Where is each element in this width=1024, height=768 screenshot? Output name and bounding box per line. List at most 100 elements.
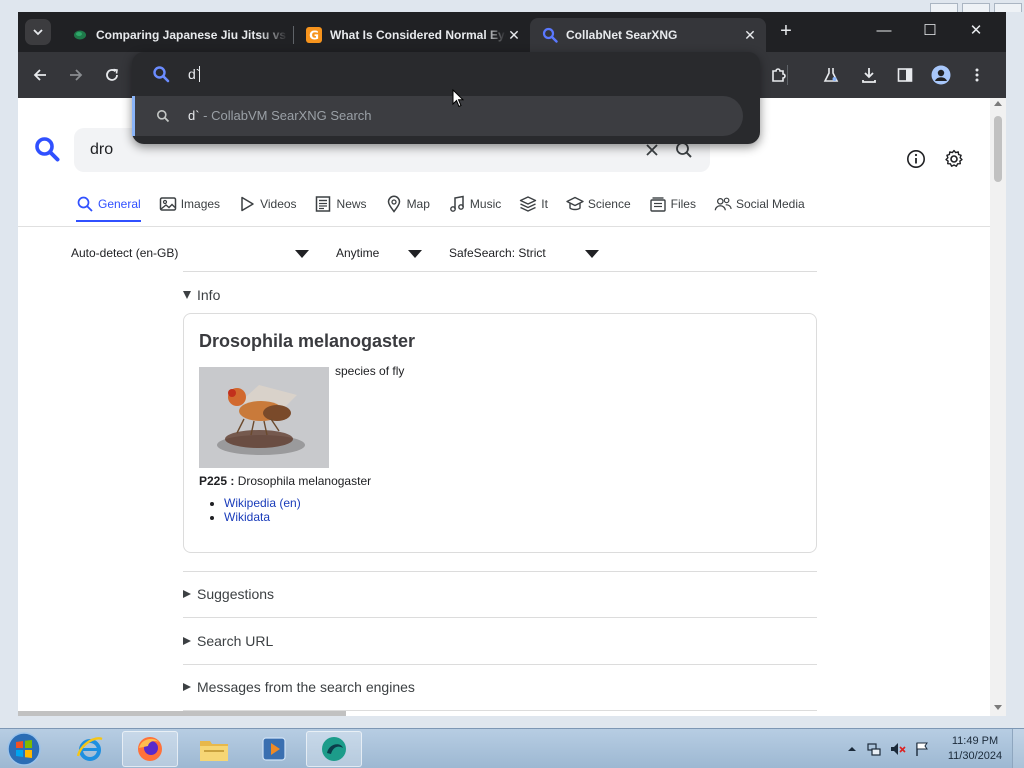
tab-files[interactable]: Files <box>649 190 696 218</box>
background-window-close <box>994 3 1022 12</box>
time-range-select[interactable]: Anytime <box>336 242 426 264</box>
start-button-icon[interactable] <box>4 730 44 768</box>
suggestion-separator: - <box>199 108 212 123</box>
close-window-button[interactable]: ✕ <box>965 20 987 42</box>
fruit-fly-image[interactable] <box>199 367 329 468</box>
taskbar-media-player[interactable] <box>246 731 302 767</box>
minimize-button[interactable]: — <box>873 20 895 42</box>
searxng-logo-icon[interactable] <box>34 136 60 162</box>
tab-collabnet-searxng[interactable]: CollabNet SearXNG ✕ <box>530 18 766 52</box>
toolbar-divider <box>787 65 788 85</box>
category-tabs: General Images Videos News Map Music It … <box>76 190 823 222</box>
engine-messages-toggle[interactable]: Messages from the search engines <box>183 677 415 697</box>
infobox-links: Wikipedia (en) Wikidata <box>224 496 301 524</box>
labs-button[interactable] <box>820 64 842 86</box>
tab-videos[interactable]: Videos <box>238 190 297 218</box>
network-icon[interactable] <box>866 741 882 757</box>
scrollbar-thumb[interactable] <box>994 116 1002 182</box>
tab-jiu-jitsu[interactable]: Comparing Japanese Jiu Jitsu vs <box>60 18 296 52</box>
music-note-icon <box>450 195 464 212</box>
profile-button[interactable] <box>930 64 952 86</box>
g-letter-icon: G <box>306 27 322 43</box>
tab-title: What Is Considered Normal Eye <box>330 28 506 42</box>
media-player-icon <box>262 737 286 761</box>
forward-button[interactable] <box>65 64 87 86</box>
tab-images[interactable]: Images <box>159 190 220 218</box>
firefox-icon <box>138 737 162 761</box>
infobox-description: species of fly <box>335 364 405 378</box>
wikipedia-link[interactable]: Wikipedia (en) <box>224 496 301 510</box>
image-icon <box>159 197 176 211</box>
tab-it[interactable]: It <box>519 190 548 218</box>
new-tab-button[interactable]: + <box>776 21 796 42</box>
taskbar-internet-explorer[interactable] <box>62 731 118 767</box>
reload-icon <box>106 68 118 81</box>
taskbar-browser-app[interactable] <box>306 731 362 767</box>
tab-search-button[interactable] <box>25 19 51 45</box>
browser-window: Comparing Japanese Jiu Jitsu vs G What I… <box>18 12 1006 716</box>
address-bar-input[interactable] <box>188 64 688 84</box>
scroll-up-arrow-icon[interactable] <box>994 101 1002 106</box>
scroll-down-arrow-icon[interactable] <box>994 705 1002 710</box>
dropdown-arrow-icon <box>585 250 599 258</box>
text-caret <box>199 66 200 82</box>
taskbar-file-explorer[interactable] <box>186 731 242 767</box>
vertical-scrollbar[interactable] <box>990 98 1006 716</box>
tab-map[interactable]: Map <box>385 190 430 218</box>
clock-time: 11:49 PM <box>951 735 999 747</box>
volume-muted-icon[interactable] <box>890 741 906 757</box>
info-section-toggle[interactable]: Info <box>183 285 220 305</box>
tab-music[interactable]: Music <box>448 190 501 218</box>
tab-label: Files <box>670 197 696 211</box>
wikidata-link[interactable]: Wikidata <box>224 510 270 524</box>
list-item: Wikipedia (en) <box>224 496 301 510</box>
info-icon[interactable] <box>906 149 926 169</box>
category-divider <box>18 226 990 227</box>
search-url-toggle[interactable]: Search URL <box>183 631 273 651</box>
horizontal-scrollbar-thumb[interactable] <box>18 711 346 716</box>
language-select[interactable]: Auto-detect (en-GB) <box>71 242 311 264</box>
tab-close-icon[interactable]: ✕ <box>742 27 758 43</box>
tab-close-icon[interactable]: ✕ <box>506 27 522 43</box>
tab-news[interactable]: News <box>315 190 367 218</box>
tab-general[interactable]: General <box>76 190 141 222</box>
layers-icon <box>520 196 537 212</box>
dropdown-arrow-icon <box>295 250 309 258</box>
taskbar-firefox[interactable] <box>122 731 178 767</box>
suggestions-toggle[interactable]: Suggestions <box>183 584 274 604</box>
triangle-right-icon <box>183 637 191 645</box>
tab-title: CollabNet SearXNG <box>566 28 678 42</box>
section-divider <box>183 271 817 272</box>
tab-title: Comparing Japanese Jiu Jitsu vs <box>96 28 287 42</box>
show-desktop-button[interactable] <box>1012 729 1024 768</box>
show-hidden-icons-icon[interactable] <box>844 741 860 757</box>
flask-icon <box>823 68 839 82</box>
clock[interactable]: 11:49 PM 11/30/2024 <box>940 734 1010 764</box>
maximize-button[interactable]: ☐ <box>919 20 941 42</box>
back-button[interactable] <box>29 64 51 86</box>
dropdown-arrow-icon <box>408 250 422 258</box>
action-center-flag-icon[interactable] <box>914 741 930 757</box>
file-explorer-icon <box>200 741 228 761</box>
menu-button[interactable] <box>966 64 988 86</box>
reload-button[interactable] <box>101 64 123 86</box>
tab-science[interactable]: Science <box>566 190 631 218</box>
school-icon <box>566 196 584 211</box>
people-icon <box>714 197 732 211</box>
safesearch-select[interactable]: SafeSearch: Strict <box>449 242 603 264</box>
tab-normal-eye[interactable]: G What Is Considered Normal Eye ✕ <box>294 18 530 52</box>
newspaper-icon <box>315 196 330 212</box>
tab-label: Images <box>180 197 221 211</box>
files-icon <box>649 197 666 212</box>
gear-icon[interactable] <box>944 149 964 169</box>
side-panel-button[interactable] <box>894 64 916 86</box>
tab-label: Music <box>469 197 502 211</box>
omnibox-suggestion[interactable]: d` - CollabVM SearXNG Search <box>132 96 743 136</box>
arrow-left-icon <box>33 69 46 81</box>
time-range-value: Anytime <box>336 246 380 260</box>
section-divider <box>183 617 817 618</box>
downloads-button[interactable] <box>858 64 880 86</box>
tab-social-media[interactable]: Social Media <box>714 190 805 218</box>
language-value: Auto-detect (en-GB) <box>71 246 179 260</box>
window-frame-right <box>1006 12 1024 718</box>
